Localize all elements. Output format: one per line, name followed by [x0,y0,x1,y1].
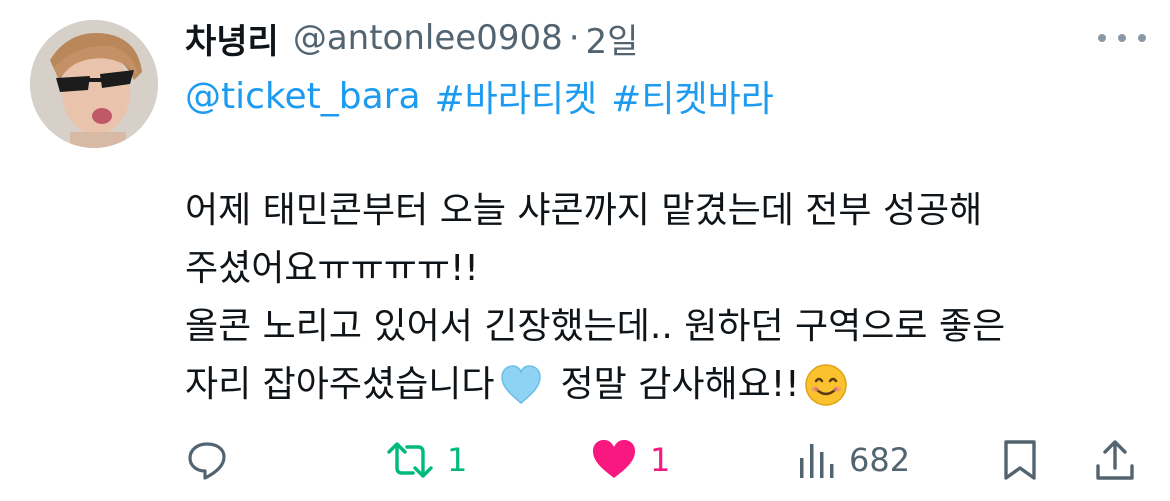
tweet-text-line: 자리 잡아주셨습니다 정말 감사해요!! [185,356,1145,414]
reply-icon [188,442,226,480]
views-chart-icon [800,444,834,478]
tweet-action-bar: 1 1 682 [185,430,1145,490]
hashtag-link[interactable]: #티켓바라 [611,70,774,122]
retweet-button[interactable]: 1 [385,430,467,490]
tweet-header: 차녕리 @antonlee0908 · 2일 [185,10,638,66]
heart-icon [593,440,635,478]
more-options-icon[interactable] [1098,28,1146,48]
more-dot [1138,34,1146,42]
more-dot [1098,34,1106,42]
share-button[interactable] [1093,430,1137,490]
tweet-text-line: 어제 태민콘부터 오늘 샤콘까지 맡겼는데 전부 성공해 [185,190,983,231]
tweet-text-segment: 자리 잡아주셨습니다 [185,364,495,405]
smiling-face-emoji [804,364,847,406]
bookmark-button[interactable] [1000,430,1040,490]
profile-photo [30,20,158,148]
author-name[interactable]: 차녕리 [185,14,279,63]
like-count: 1 [650,441,671,479]
more-dot [1118,34,1126,42]
author-handle[interactable]: @antonlee0908 [293,18,563,58]
tweet-text-line: 올콘 노리고 있어서 긴장했는데.. 원하던 구역으로 좋은 [185,306,1006,347]
tweet-text-segment: 정말 감사해요!! [560,364,800,405]
tweet-text-line: 주셨어요ㅠㅠㅠㅠ!! [185,248,479,289]
mention-link[interactable]: @ticket_bara [185,76,421,117]
light-blue-heart-emoji [500,365,541,404]
views-count: 682 [849,441,911,479]
tweet-text: 어제 태민콘부터 오늘 샤콘까지 맡겼는데 전부 성공해 주셨어요ㅠㅠㅠㅠ!! … [185,182,1145,414]
tweet-timestamp[interactable]: 2일 [586,14,639,63]
tweet-tags: @ticket_bara #바라티켓 #티켓바라 [185,70,788,122]
hashtag-link[interactable]: #바라티켓 [435,70,598,122]
retweet-count: 1 [447,441,468,479]
avatar[interactable] [30,20,158,148]
bookmark-icon [1004,440,1036,480]
views-button[interactable]: 682 [797,430,910,490]
like-button[interactable]: 1 [590,430,670,490]
share-icon [1096,440,1134,480]
reply-button[interactable] [185,430,241,490]
retweet-icon [387,442,433,478]
separator-dot: · [568,18,580,58]
